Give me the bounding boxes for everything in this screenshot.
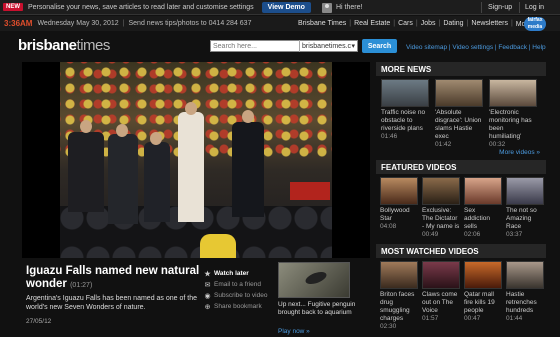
rss-icon: ◉ bbox=[204, 292, 211, 300]
video-thumbnail bbox=[489, 79, 537, 107]
divider: | bbox=[122, 20, 125, 27]
video-thumbnail bbox=[422, 261, 460, 289]
signup-link[interactable]: Sign-up bbox=[488, 0, 512, 15]
video-duration: (01:27) bbox=[70, 282, 93, 289]
nav-brisbane-times[interactable]: Brisbane Times bbox=[298, 20, 346, 27]
video-thumbnail bbox=[381, 79, 429, 107]
help-link[interactable]: Help bbox=[532, 44, 545, 51]
video-player[interactable] bbox=[22, 62, 370, 258]
video-thumbnail bbox=[464, 261, 502, 289]
up-next-thumbnail[interactable] bbox=[278, 262, 350, 298]
video-actions: ★ Watch later ✉ Email to a friend ◉ Subscri… bbox=[204, 268, 274, 312]
promo-text[interactable]: Personalise your news, save articles to … bbox=[28, 4, 254, 11]
nav-cars[interactable]: Cars bbox=[398, 20, 413, 27]
more-videos-link[interactable]: More videos » bbox=[376, 149, 546, 156]
search-scope-select[interactable]: brisbanetimes.c ▾ bbox=[299, 40, 357, 52]
news-video-card[interactable]: Traffic noise no obstacle to riverside p… bbox=[381, 79, 429, 148]
video-thumbnail bbox=[506, 177, 544, 205]
search-input[interactable] bbox=[211, 42, 299, 50]
featured-video-card[interactable]: Bollywood Star 04:08 bbox=[380, 177, 418, 238]
video-settings-link[interactable]: Video settings bbox=[452, 44, 493, 51]
header-nav-bar: 3:36AM Wednesday May 30, 2012 | Send new… bbox=[0, 16, 560, 31]
video-thumbnail bbox=[422, 177, 460, 205]
video-thumbnail bbox=[464, 177, 502, 205]
subscribe-button[interactable]: ◉ Subscribe to video bbox=[204, 290, 274, 301]
right-sidebar: MORE NEWS Traffic noise no obstacle to r… bbox=[376, 62, 546, 330]
most-watched-card[interactable]: Claws come out on The Voice 01:57 bbox=[422, 261, 460, 330]
featured-video-card[interactable]: Sex addiction sells 02:06 bbox=[464, 177, 502, 238]
most-watched-card[interactable]: Hastie retrenches hundreds 01:44 bbox=[506, 261, 544, 330]
feedback-link[interactable]: Feedback bbox=[498, 44, 527, 51]
video-frame bbox=[60, 62, 332, 258]
nav-real-estate[interactable]: Real Estate bbox=[354, 20, 390, 27]
user-greeting[interactable]: Hi there! bbox=[322, 0, 362, 15]
chevron-down-icon: ▾ bbox=[351, 43, 355, 50]
most-watched-card[interactable]: Briton faces drug smuggling charges 02:3… bbox=[380, 261, 418, 330]
divider bbox=[519, 2, 520, 13]
play-now-link[interactable]: Play now » bbox=[278, 328, 310, 335]
view-demo-button[interactable]: View Demo bbox=[261, 1, 311, 13]
featured-videos-heading: FEATURED VIDEOS bbox=[376, 160, 546, 174]
video-title: Iguazu Falls named new natural wonder (0… bbox=[26, 265, 200, 290]
video-sitemap-link[interactable]: Video sitemap bbox=[406, 44, 447, 51]
nav-newsletters[interactable]: Newsletters bbox=[471, 20, 508, 27]
video-thumbnail bbox=[380, 177, 418, 205]
news-video-card[interactable]: 'Absolute disgrace': Union slams Hastie … bbox=[435, 79, 483, 148]
current-date: Wednesday May 30, 2012 bbox=[37, 20, 119, 27]
video-date: 27/05/12 bbox=[26, 318, 52, 325]
share-bookmark-button[interactable]: ⊕ Share bookmark bbox=[204, 301, 274, 312]
login-link[interactable]: Log in bbox=[525, 0, 544, 15]
current-time: 3:36AM bbox=[4, 19, 33, 28]
new-badge: NEW bbox=[3, 3, 23, 11]
fairfax-media-logo[interactable]: fairfax media bbox=[524, 17, 546, 31]
video-description: Argentina's Iguazu Falls has been named … bbox=[26, 295, 198, 311]
send-tips-link[interactable]: Send news tips/photos to 0414 284 637 bbox=[128, 20, 251, 27]
star-icon: ★ bbox=[204, 270, 211, 278]
video-thumbnail bbox=[380, 261, 418, 289]
news-video-card[interactable]: 'Electronic monitoring has been humiliat… bbox=[489, 79, 537, 148]
user-avatar-icon bbox=[322, 2, 332, 13]
greeting-text: Hi there! bbox=[336, 4, 363, 11]
most-watched-card[interactable]: Qatar mall fire kills 19 people 00:47 bbox=[464, 261, 502, 330]
featured-video-card[interactable]: Exclusive: The Dictator - My name is 00:… bbox=[422, 177, 460, 238]
email-friend-button[interactable]: ✉ Email to a friend bbox=[204, 279, 274, 290]
divider bbox=[481, 2, 482, 13]
watch-later-button[interactable]: ★ Watch later bbox=[204, 268, 274, 279]
up-next-text[interactable]: Up next... Fugitive penguin brought back… bbox=[278, 301, 368, 317]
more-news-heading: MORE NEWS bbox=[376, 62, 546, 76]
nav-jobs[interactable]: Jobs bbox=[421, 20, 436, 27]
search-box: brisbanetimes.c ▾ bbox=[210, 40, 358, 52]
video-thumbnail bbox=[435, 79, 483, 107]
share-icon: ⊕ bbox=[204, 303, 211, 311]
video-top-links: Video sitemap | Video settings | Feedbac… bbox=[406, 44, 546, 51]
promo-bar: NEW Personalise your news, save articles… bbox=[0, 0, 560, 15]
featured-video-card[interactable]: The not so Amazing Race 03:37 bbox=[506, 177, 544, 238]
most-watched-heading: MOST WATCHED VIDEOS bbox=[376, 244, 546, 258]
video-thumbnail bbox=[506, 261, 544, 289]
site-nav: Brisbane Times | Real Estate | Cars | Jobs |… bbox=[298, 16, 537, 31]
email-icon: ✉ bbox=[204, 281, 211, 289]
nav-dating[interactable]: Dating bbox=[443, 20, 463, 27]
search-button[interactable]: Search bbox=[362, 39, 397, 53]
site-logo[interactable]: brisbanetimes bbox=[18, 37, 110, 54]
